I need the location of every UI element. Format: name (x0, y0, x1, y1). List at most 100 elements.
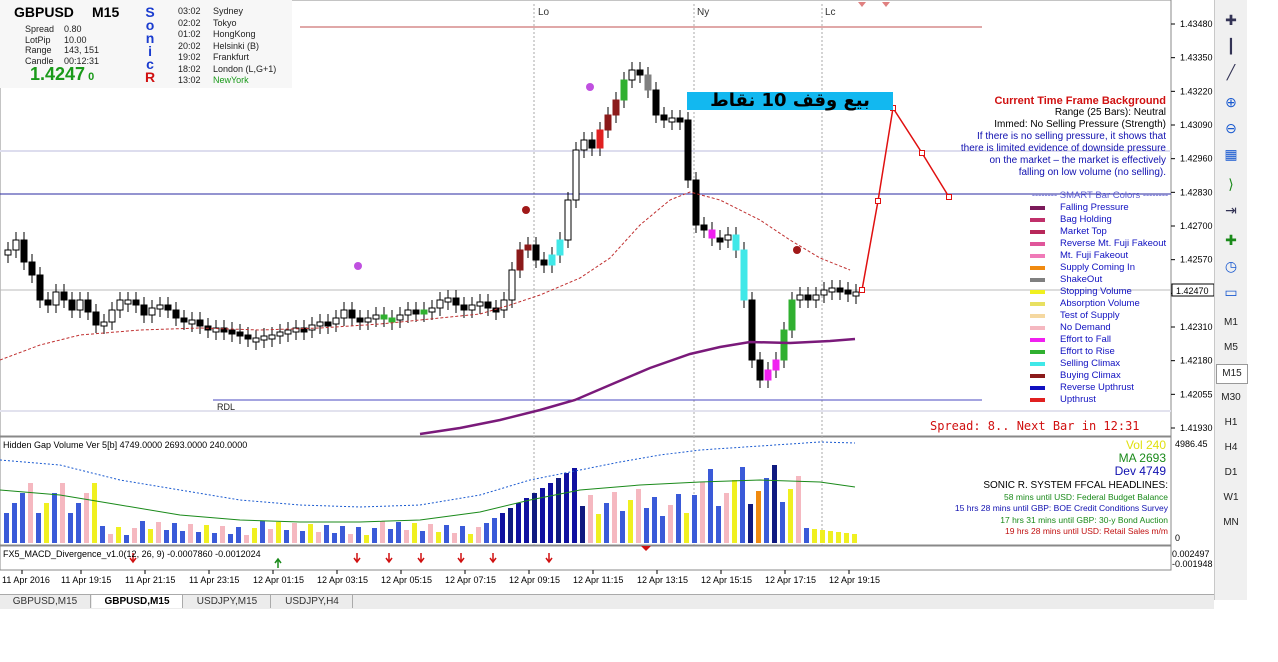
candle-body (580, 139, 588, 151)
chart-area[interactable]: Lo Ny Lc RDL 1.43480 1.43350 1.43220 1.4309… (0, 0, 1245, 600)
volume-bar (628, 500, 633, 543)
time-tick-label: 11 Apr 21:15 (125, 575, 175, 585)
timeframe-mn[interactable]: MN (1216, 514, 1246, 532)
zoom-out-icon[interactable]: ⊖ (1220, 118, 1242, 138)
volume-bar (348, 534, 353, 543)
timeframe-h1[interactable]: H1 (1216, 414, 1246, 432)
price-tick-label: 1.43350 (1180, 53, 1213, 63)
volume-bar (580, 506, 585, 543)
time-tick-label: 12 Apr 17:15 (765, 575, 816, 585)
candle-body (468, 304, 476, 311)
session-time: 18:02 (178, 63, 201, 74)
candle-body (404, 309, 412, 316)
chart-tab[interactable]: USDJPY,H4 (272, 595, 353, 608)
candle-body (604, 114, 612, 131)
time-tick-label: 12 Apr 15:15 (701, 575, 752, 585)
candle-body (52, 291, 60, 306)
volume-bar (524, 498, 529, 543)
timeframe-m1[interactable]: M1 (1216, 314, 1246, 332)
volume-bar (332, 533, 337, 543)
forecast-point (859, 287, 865, 293)
legend-swatch (1030, 206, 1045, 210)
period-separator-icon[interactable]: ⟩ (1220, 174, 1242, 194)
price-tick-label: 1.42180 (1180, 356, 1213, 366)
session-name: Tokyo (213, 17, 237, 28)
session-time: 01:02 (178, 29, 201, 39)
legend-label: Mt. Fuji Fakeout (1060, 250, 1129, 261)
volume-bar (300, 531, 305, 543)
session-time: 19:02 (178, 52, 201, 62)
chart-shift-icon[interactable]: ▭ (1220, 282, 1242, 302)
candle-body (148, 307, 156, 316)
info-row-value: 10.00 (64, 34, 87, 45)
legend-label: ShakeOut (1060, 274, 1103, 285)
zoom-in-icon[interactable]: ⊕ (1220, 92, 1242, 112)
volume-bar (172, 523, 177, 543)
candle-body (692, 179, 700, 226)
volume-axis-bottom: 0 (1175, 533, 1180, 543)
price-tick-label: 1.42570 (1180, 255, 1213, 265)
new-indicator-icon[interactable]: ✚ (1220, 230, 1242, 250)
crosshair-icon[interactable]: ✚ (1220, 10, 1242, 30)
candle-body (788, 299, 796, 331)
background-info-line: If there is no selling pressure, it show… (977, 131, 1166, 142)
legend-item: Test of Supply (1030, 310, 1170, 322)
volume-bar (484, 523, 489, 543)
candle-body (236, 331, 244, 337)
volume-bar (788, 489, 793, 543)
volume-bar (444, 525, 449, 543)
volume-bar (492, 518, 497, 543)
volume-bar (684, 513, 689, 543)
volume-bar (356, 527, 361, 543)
candle-body (732, 234, 740, 251)
legend-item: Effort to Fall (1030, 334, 1170, 346)
session-name: Helsinki (B) (213, 40, 260, 51)
spread-info: Spread: 8.. Next Bar in 12:31 (930, 419, 1140, 433)
candle-body (812, 294, 820, 301)
tile-windows-icon[interactable]: ▦ (1220, 144, 1242, 164)
legend-label: Buying Climax (1060, 370, 1121, 381)
session-time: 13:02 (178, 75, 201, 85)
session-marker-ny: Ny (697, 7, 709, 18)
timeframe-d1[interactable]: D1 (1216, 464, 1246, 482)
arabic-banner: بيع وقف 10 نقاط (687, 92, 893, 110)
legend-swatch (1030, 290, 1045, 294)
timeframe-m15[interactable]: M15 (1216, 364, 1248, 384)
volume-bar (708, 469, 713, 543)
candle-body (452, 297, 460, 306)
volume-bar (44, 503, 49, 543)
time-axis: 11 Apr 2016 11 Apr 19:15 11 Apr 21:15 11 Ap… (2, 570, 880, 585)
clock-icon[interactable]: ◷ (1220, 256, 1242, 276)
session-time: 20:02 (178, 40, 201, 51)
volume-bar (244, 535, 249, 543)
price-suffix: 0 (88, 71, 95, 83)
timeframe-w1[interactable]: W1 (1216, 489, 1246, 507)
candle-body (348, 309, 356, 319)
chart-tab[interactable]: GBPUSD,M15 (92, 595, 183, 608)
chart-tab[interactable]: USDJPY,M15 (184, 595, 271, 608)
candle-body (116, 299, 124, 311)
timeframe-m30[interactable]: M30 (1216, 389, 1246, 407)
legend-item: Supply Coming In (1030, 262, 1170, 274)
candle-body (12, 239, 20, 251)
chart-tab[interactable]: GBPUSD,M15 (0, 595, 91, 608)
sonic-vertical: S o n i c R (145, 5, 155, 84)
candle-body (364, 317, 372, 323)
timeframe-h4[interactable]: H4 (1216, 439, 1246, 457)
volume-bar (164, 530, 169, 543)
volume-bar (140, 521, 145, 543)
legend-swatch (1030, 278, 1045, 282)
autoscroll-icon[interactable]: ⇥ (1220, 200, 1242, 220)
trend-line-icon[interactable]: ╱ (1220, 62, 1242, 82)
legend-swatch (1030, 266, 1045, 270)
legend-swatch (1030, 398, 1045, 402)
volume-bar (756, 491, 761, 543)
session-name: Sydney (213, 6, 244, 16)
candle-body (332, 317, 340, 325)
volume-bar (516, 503, 521, 543)
timeframe-m5[interactable]: M5 (1216, 339, 1246, 357)
vertical-line-icon[interactable]: ┃ (1220, 36, 1242, 56)
legend-item: Absorption Volume (1030, 298, 1170, 310)
volume-bar (252, 528, 257, 543)
session-time: 03:02 (178, 6, 201, 16)
